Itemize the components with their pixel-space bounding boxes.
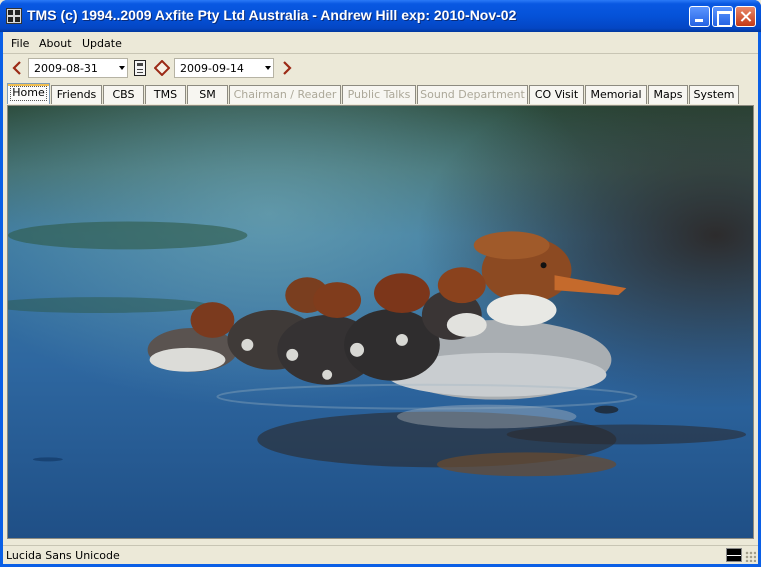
- window-title: TMS (c) 1994..2009 Axfite Pty Ltd Austra…: [27, 7, 517, 23]
- tab-system[interactable]: System: [689, 85, 739, 104]
- home-panel: [7, 105, 754, 539]
- status-bar: Lucida Sans Unicode: [3, 545, 758, 564]
- date-toolbar: 2009-08-31 2009-09-14: [3, 55, 758, 81]
- menu-update[interactable]: Update: [82, 37, 122, 50]
- tab-home[interactable]: Home: [7, 83, 50, 104]
- tab-sm[interactable]: SM: [187, 85, 228, 104]
- client-area: File About Update 2009-08-31 2009-09-14: [3, 32, 758, 564]
- tab-chairman-reader: Chairman / Reader: [229, 85, 341, 104]
- title-bar[interactable]: TMS (c) 1994..2009 Axfite Pty Ltd Austra…: [0, 0, 761, 32]
- tab-co-visit[interactable]: CO Visit: [529, 85, 584, 104]
- chevron-down-icon[interactable]: [265, 66, 271, 70]
- tab-sound-department: Sound Department: [417, 85, 528, 104]
- maximize-button[interactable]: [712, 6, 733, 27]
- minimize-button[interactable]: [689, 6, 710, 27]
- previous-arrow-icon[interactable]: [9, 60, 25, 76]
- tab-friends[interactable]: Friends: [51, 85, 102, 104]
- tab-cbs[interactable]: CBS: [103, 85, 144, 104]
- resize-grip[interactable]: [745, 551, 756, 562]
- end-date-value: 2009-09-14: [180, 62, 244, 75]
- close-button[interactable]: [735, 6, 756, 27]
- status-text: Lucida Sans Unicode: [6, 549, 120, 562]
- end-date-combo[interactable]: 2009-09-14: [174, 58, 274, 78]
- chevron-down-icon[interactable]: [119, 66, 125, 70]
- next-arrow-icon[interactable]: [279, 60, 295, 76]
- app-icon[interactable]: [6, 8, 22, 24]
- start-date-value: 2009-08-31: [34, 62, 98, 75]
- menu-file[interactable]: File: [11, 37, 29, 50]
- menu-about[interactable]: About: [39, 37, 72, 50]
- tab-maps[interactable]: Maps: [648, 85, 688, 104]
- menu-bar: File About Update: [3, 32, 758, 54]
- application-window: TMS (c) 1994..2009 Axfite Pty Ltd Austra…: [0, 0, 761, 567]
- status-indicator: [726, 548, 742, 562]
- start-date-combo[interactable]: 2009-08-31: [28, 58, 128, 78]
- calculator-icon[interactable]: [134, 60, 146, 76]
- merganser-duck-photo: [8, 106, 753, 538]
- tab-strip: Home Friends CBS TMS SM Chairman / Reade…: [3, 83, 758, 104]
- tab-public-talks: Public Talks: [342, 85, 416, 104]
- diamond-icon[interactable]: [154, 60, 170, 76]
- tab-tms[interactable]: TMS: [145, 85, 186, 104]
- tab-memorial[interactable]: Memorial: [585, 85, 647, 104]
